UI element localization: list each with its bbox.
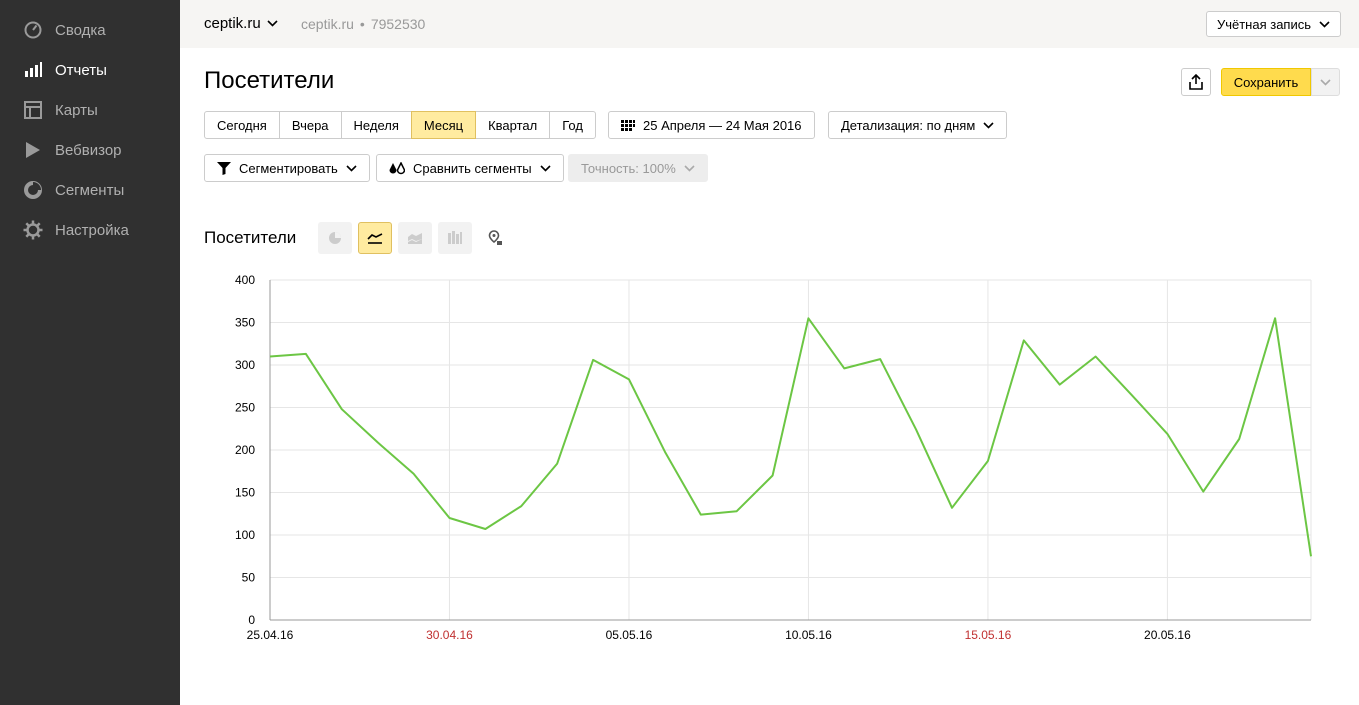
x-tick-label: 10.05.16	[785, 628, 832, 642]
y-tick-label: 350	[235, 316, 255, 330]
x-tick-label: 25.04.16	[247, 628, 294, 642]
y-tick-label: 50	[242, 571, 256, 585]
y-tick-label: 200	[235, 443, 255, 457]
y-tick-label: 0	[248, 613, 255, 627]
y-tick-label: 100	[235, 528, 255, 542]
x-tick-label: 05.05.16	[606, 628, 653, 642]
x-tick-label: 15.05.16	[965, 628, 1012, 642]
y-tick-label: 250	[235, 401, 255, 415]
x-tick-label: 30.04.16	[426, 628, 473, 642]
visitors-line-chart: 0 50 100 150 200 250 300 350 400 25.04.16 30.04.16…	[235, 273, 1312, 642]
y-tick-label: 300	[235, 358, 255, 372]
series-line	[269, 317, 1312, 557]
y-tick-label: 400	[235, 273, 255, 287]
y-tick-label: 150	[235, 486, 255, 500]
x-tick-label: 20.05.16	[1144, 628, 1191, 642]
period-month-button[interactable]: Месяц	[410, 111, 477, 139]
